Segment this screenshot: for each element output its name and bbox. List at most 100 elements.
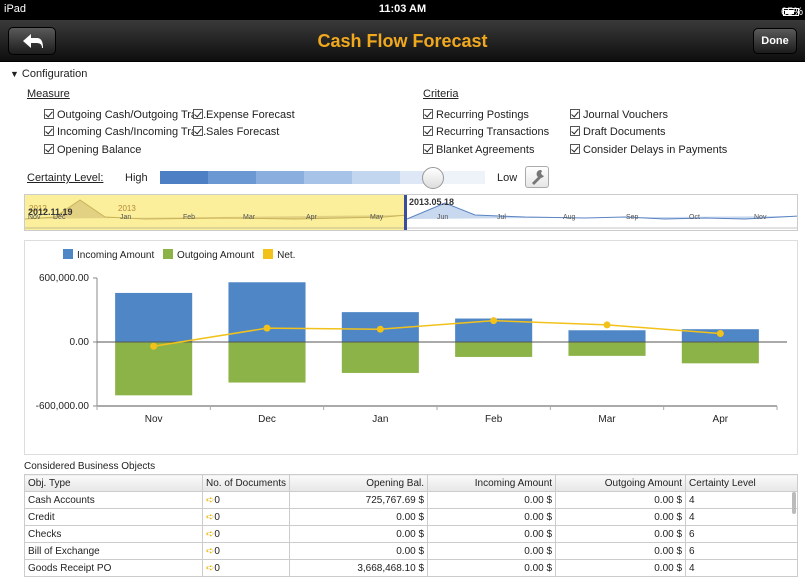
table-cell: 0.00 $	[289, 542, 429, 560]
timeline-range-handle[interactable]	[404, 195, 407, 230]
table-cell: 4	[685, 559, 798, 577]
timeline-month: Nov	[754, 214, 767, 221]
net-point	[376, 325, 384, 333]
checkbox-icon	[570, 126, 580, 136]
table-cell: Credit	[24, 508, 203, 526]
measure-label: Measure	[27, 88, 70, 100]
timeline-month: Nov	[28, 214, 41, 221]
column-header-outgoing[interactable]: Outgoing Amount	[555, 474, 687, 492]
timeline-year: 2013	[118, 204, 136, 213]
criteria-checkbox-payment-delays[interactable]: Consider Delays in Payments	[570, 144, 727, 156]
checkbox-icon	[44, 126, 54, 136]
certainty-low-label: Low	[497, 172, 518, 184]
criteria-checkbox-recurring-transactions[interactable]: Recurring Transactions	[423, 126, 549, 138]
x-tick-label: Apr	[713, 414, 729, 425]
table-cell: 4	[685, 508, 798, 526]
y-tick-label: 0.00	[70, 337, 90, 348]
battery-icon	[783, 8, 799, 17]
timeline-month: Sep	[626, 214, 639, 221]
table-row[interactable]: Cash Accounts ➪0 725,767.69 $0.00 $0.00 $4	[24, 491, 798, 509]
measure-checkbox-opening[interactable]: Opening Balance	[44, 144, 141, 156]
timeline-navigator[interactable]: 2012 2013 2012.11.19 2013.05.18 Nov Dec …	[24, 194, 798, 231]
timeline-month: Oct	[689, 214, 700, 221]
column-header-obj-type[interactable]: Obj. Type	[24, 474, 203, 492]
criteria-checkbox-blanket-agreements[interactable]: Blanket Agreements	[423, 144, 534, 156]
configuration-toggle[interactable]: ▼ Configuration	[10, 68, 87, 80]
column-header-documents[interactable]: No. of Documents	[201, 474, 291, 492]
table-cell: Checks	[24, 525, 203, 543]
slider-segment	[352, 171, 400, 184]
table-cell: Goods Receipt PO	[24, 559, 203, 577]
battery-indicator: 65%	[781, 3, 803, 18]
x-tick-label: Nov	[145, 414, 163, 425]
criteria-checkbox-journal-vouchers[interactable]: Journal Vouchers	[570, 109, 668, 121]
checkbox-icon	[193, 126, 203, 136]
table-cell: 0.00 $	[555, 559, 687, 577]
slider-knob[interactable]	[422, 167, 444, 189]
column-header-certainty[interactable]: Certainty Level	[685, 474, 798, 492]
table-row[interactable]: Credit ➪0 0.00 $0.00 $0.00 $4	[24, 508, 798, 526]
documents-cell: ➪0	[201, 508, 291, 526]
checkbox-icon	[570, 144, 580, 154]
outgoing-bar	[455, 342, 533, 357]
timeline-month: Apr	[306, 214, 317, 221]
column-header-incoming[interactable]: Incoming Amount	[427, 474, 557, 492]
x-tick-label: Dec	[258, 414, 276, 425]
x-tick-label: Mar	[598, 414, 616, 425]
table-row[interactable]: Checks ➪0 0.00 $0.00 $0.00 $6	[24, 525, 798, 543]
timeline-month: Mar	[243, 214, 256, 221]
table-cell: 0.00 $	[555, 542, 687, 560]
criteria-label: Criteria	[423, 88, 459, 100]
incoming-bar	[568, 330, 646, 342]
timeline-end-date: 2013.05.18	[409, 197, 455, 207]
certainty-high-label: High	[125, 172, 148, 184]
chart-plot[interactable]: 600,000.00 0.00 -600,000.00 Nov Dec Jan Feb Mar…	[25, 241, 797, 454]
column-header-opening-bal[interactable]: Opening Bal.	[289, 474, 429, 492]
criteria-checkbox-draft-documents[interactable]: Draft Documents	[570, 126, 666, 138]
table-cell: 0.00 $	[555, 525, 687, 543]
table-cell: 0.00 $	[427, 525, 557, 543]
timeline-month: Aug	[563, 214, 576, 221]
checkbox-icon	[193, 109, 203, 119]
y-tick-label: 600,000.00	[39, 273, 89, 284]
disclosure-triangle-icon: ▼	[10, 69, 19, 79]
outgoing-bar	[228, 342, 306, 383]
done-button[interactable]: Done	[753, 28, 797, 54]
table-row[interactable]: Goods Receipt PO ➪0 3,668,468.10 $0.00 $0.…	[24, 559, 798, 577]
checkbox-icon	[570, 109, 580, 119]
incoming-bar	[115, 292, 193, 342]
table-row[interactable]: Bill of Exchange ➪0 0.00 $0.00 $0.00 $6	[24, 542, 798, 560]
slider-segment	[160, 171, 208, 184]
criteria-checkbox-recurring-postings[interactable]: Recurring Postings	[423, 109, 529, 121]
table-title: Considered Business Objects	[24, 461, 156, 472]
table-cell: 0.00 $	[427, 508, 557, 526]
x-tick-label: Feb	[485, 414, 503, 425]
measure-checkbox-incoming[interactable]: Incoming Cash/Incoming Tra...	[44, 126, 206, 138]
slider-segment	[440, 171, 485, 184]
checkbox-icon	[423, 126, 433, 136]
table-cell: 0.00 $	[555, 508, 687, 526]
slider-segment	[304, 171, 352, 184]
measure-checkbox-expense[interactable]: Expense Forecast	[193, 109, 295, 121]
net-point	[490, 317, 498, 325]
table-scrollbar[interactable]	[792, 492, 796, 514]
timeline-month: Dec	[53, 214, 66, 221]
outgoing-bar	[681, 342, 759, 364]
status-bar: iPad 11:03 AM 65%	[0, 0, 805, 20]
table-cell: 6	[685, 542, 798, 560]
measure-checkbox-outgoing[interactable]: Outgoing Cash/Outgoing Tra...	[44, 109, 206, 121]
table-cell: 0.00 $	[427, 491, 557, 509]
settings-button[interactable]	[525, 166, 549, 188]
table-cell: 3,668,468.10 $	[289, 559, 429, 577]
checkbox-icon	[44, 109, 54, 119]
clock: 11:03 AM	[378, 3, 427, 15]
certainty-slider[interactable]	[160, 167, 485, 189]
table-cell: Cash Accounts	[24, 491, 203, 509]
configuration-label: Configuration	[21, 68, 88, 80]
measure-checkbox-sales[interactable]: Sales Forecast	[193, 126, 279, 138]
table-cell: 0.00 $	[555, 491, 687, 509]
checkbox-icon	[423, 109, 433, 119]
checkbox-icon	[44, 144, 54, 154]
timeline-month: Jan	[120, 214, 132, 221]
slider-segment	[208, 171, 256, 184]
